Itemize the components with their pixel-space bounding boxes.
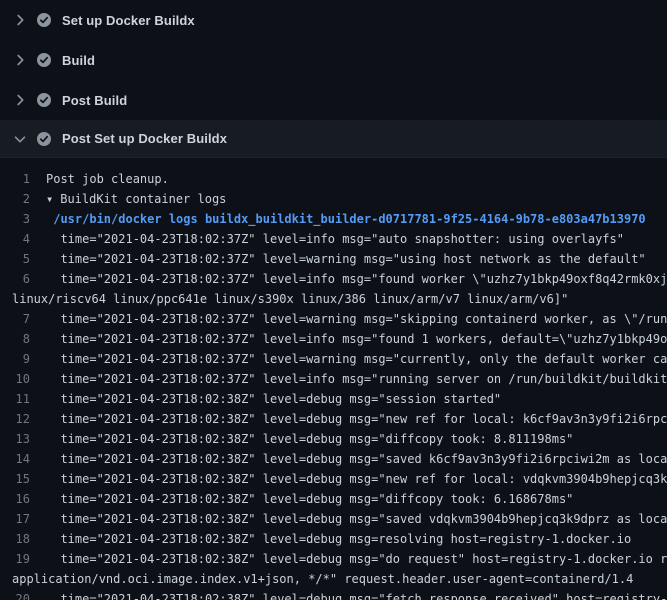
log-text: time="2021-04-23T18:02:37Z" level=info m… (46, 269, 667, 289)
log-line: 20 time="2021-04-23T18:02:38Z" level=deb… (0, 589, 667, 600)
step-label: Post Build (62, 93, 127, 108)
log-text: time="2021-04-23T18:02:38Z" level=debug … (46, 429, 573, 449)
log-line: 9 time="2021-04-23T18:02:37Z" level=warn… (0, 349, 667, 369)
log-line: 14 time="2021-04-23T18:02:38Z" level=deb… (0, 449, 667, 469)
log-line[interactable]: 2▾ BuildKit container logs (0, 189, 667, 209)
log-text: time="2021-04-23T18:02:37Z" level=warnin… (46, 349, 667, 369)
steps-list: Set up Docker Buildx Build Post Build Post … (0, 0, 667, 158)
log-line: 12 time="2021-04-23T18:02:38Z" level=deb… (0, 409, 667, 429)
line-number[interactable]: 19 (0, 549, 46, 569)
log-line: 7 time="2021-04-23T18:02:37Z" level=warn… (0, 309, 667, 329)
log-group-label: BuildKit container logs (60, 192, 226, 206)
log-text: time="2021-04-23T18:02:38Z" level=debug … (46, 449, 667, 469)
check-circle-icon (36, 12, 52, 28)
log-line: 4 time="2021-04-23T18:02:37Z" level=info… (0, 229, 667, 249)
log-line: 18 time="2021-04-23T18:02:38Z" level=deb… (0, 529, 667, 549)
step-header[interactable]: Set up Docker Buildx (0, 0, 667, 40)
log-text: time="2021-04-23T18:02:38Z" level=debug … (46, 389, 501, 409)
line-number[interactable]: 5 (0, 249, 46, 269)
log-lines: 1Post job cleanup.2▾ BuildKit container l… (0, 158, 667, 600)
log-text: time="2021-04-23T18:02:38Z" level=debug … (46, 469, 667, 489)
line-number[interactable]: 6 (0, 269, 46, 289)
actions-log-viewer: Set up Docker Buildx Build Post Build Post … (0, 0, 667, 600)
chevron-right-icon (12, 52, 28, 68)
line-number[interactable]: 14 (0, 449, 46, 469)
log-text: time="2021-04-23T18:02:38Z" level=debug … (46, 589, 667, 600)
caret-down-icon: ▾ (46, 192, 53, 206)
log-text: time="2021-04-23T18:02:37Z" level=info m… (46, 329, 667, 349)
step-header[interactable]: Post Set up Docker Buildx (0, 120, 667, 158)
log-text: time="2021-04-23T18:02:37Z" level=warnin… (46, 309, 667, 329)
check-circle-icon (36, 131, 52, 147)
log-text: time="2021-04-23T18:02:37Z" level=info m… (46, 369, 667, 389)
log-line: 13 time="2021-04-23T18:02:38Z" level=deb… (0, 429, 667, 449)
log-text: time="2021-04-23T18:02:37Z" level=warnin… (46, 249, 646, 269)
check-circle-icon (36, 92, 52, 108)
log-line-continuation: application/vnd.oci.image.index.v1+json,… (0, 569, 667, 589)
line-number[interactable]: 9 (0, 349, 46, 369)
log-line: 16 time="2021-04-23T18:02:38Z" level=deb… (0, 489, 667, 509)
log-line-continuation: linux/riscv64 linux/ppc641e linux/s390x … (0, 289, 667, 309)
log-line: 17 time="2021-04-23T18:02:38Z" level=deb… (0, 509, 667, 529)
log-text: linux/riscv64 linux/ppc641e linux/s390x … (12, 289, 568, 309)
log-line: 6 time="2021-04-23T18:02:37Z" level=info… (0, 269, 667, 289)
log-text: time="2021-04-23T18:02:38Z" level=debug … (46, 549, 667, 569)
line-number[interactable]: 7 (0, 309, 46, 329)
line-number[interactable]: 17 (0, 509, 46, 529)
line-number[interactable]: 15 (0, 469, 46, 489)
log-line: 5 time="2021-04-23T18:02:37Z" level=warn… (0, 249, 667, 269)
line-number[interactable]: 10 (0, 369, 46, 389)
log-line: 19 time="2021-04-23T18:02:38Z" level=deb… (0, 549, 667, 569)
log-line: 10 time="2021-04-23T18:02:37Z" level=inf… (0, 369, 667, 389)
line-number[interactable]: 16 (0, 489, 46, 509)
log-text: application/vnd.oci.image.index.v1+json,… (12, 569, 633, 589)
line-number[interactable]: 2 (0, 189, 46, 209)
log-line: 11 time="2021-04-23T18:02:38Z" level=deb… (0, 389, 667, 409)
log-line: 3 /usr/bin/docker logs buildx_buildkit_b… (0, 209, 667, 229)
line-number[interactable]: 3 (0, 209, 46, 229)
log-text: time="2021-04-23T18:02:38Z" level=debug … (46, 409, 667, 429)
chevron-right-icon (12, 12, 28, 28)
log-line: 15 time="2021-04-23T18:02:38Z" level=deb… (0, 469, 667, 489)
step-label: Build (62, 53, 95, 68)
log-text: time="2021-04-23T18:02:38Z" level=debug … (46, 509, 667, 529)
chevron-right-icon (12, 92, 28, 108)
log-text: time="2021-04-23T18:02:38Z" level=debug … (46, 489, 573, 509)
log-line: 8 time="2021-04-23T18:02:37Z" level=info… (0, 329, 667, 349)
line-number[interactable]: 4 (0, 229, 46, 249)
step-header[interactable]: Post Build (0, 80, 667, 120)
log-text: Post job cleanup. (46, 169, 169, 189)
line-number[interactable]: 1 (0, 169, 46, 189)
log-text: time="2021-04-23T18:02:38Z" level=debug … (46, 529, 631, 549)
log-text: time="2021-04-23T18:02:37Z" level=info m… (46, 229, 624, 249)
line-number[interactable]: 18 (0, 529, 46, 549)
line-number[interactable]: 11 (0, 389, 46, 409)
chevron-down-icon (12, 131, 28, 147)
step-header[interactable]: Build (0, 40, 667, 80)
line-number[interactable]: 13 (0, 429, 46, 449)
line-number[interactable]: 12 (0, 409, 46, 429)
step-label: Set up Docker Buildx (62, 13, 195, 28)
step-label: Post Set up Docker Buildx (62, 131, 227, 146)
check-circle-icon (36, 52, 52, 68)
line-number[interactable]: 8 (0, 329, 46, 349)
log-line: 1Post job cleanup. (0, 169, 667, 189)
log-text: /usr/bin/docker logs buildx_buildkit_bui… (46, 209, 646, 229)
line-number[interactable]: 20 (0, 589, 46, 600)
